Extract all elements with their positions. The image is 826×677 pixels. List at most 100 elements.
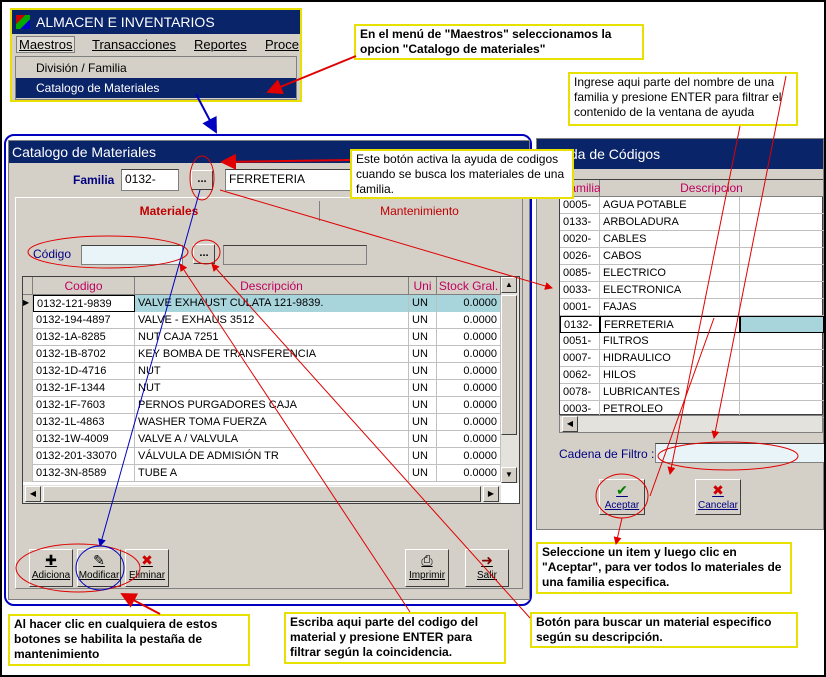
menu-item-catalogo-materiales[interactable]: Catalogo de Materiales: [16, 78, 296, 98]
table-row[interactable]: 0132-1F-1344 NUT UN 0.0000: [23, 380, 501, 397]
grid-header-unidad[interactable]: Uni: [409, 277, 437, 295]
help-list-item[interactable]: 0078- LUBRICANTES: [560, 384, 824, 401]
help-list-item[interactable]: 0007- HIDRAULICO: [560, 350, 824, 367]
help-list-item[interactable]: 0085- ELECTRICO: [560, 265, 824, 282]
cancelar-button[interactable]: ✖ Cancelar: [695, 479, 741, 515]
help-cell-descripcion: CABOS: [600, 248, 740, 265]
table-row[interactable]: 0132-1B-8702 KEY BOMBA DE TRANSFERENCIA UN…: [23, 346, 501, 363]
help-header-descripcion[interactable]: Descripcion: [600, 180, 824, 197]
cell-codigo: 0132-1D-4716: [33, 363, 135, 380]
descripcion-search-button[interactable]: ...: [193, 244, 215, 264]
codigo-label: Código: [33, 247, 72, 261]
note-browse: Este botón activa la ayuda de codigos cu…: [350, 149, 574, 199]
familia-browse-button[interactable]: ...: [191, 170, 213, 190]
grid-header-stock[interactable]: Stock Gral.: [437, 277, 501, 295]
help-row-highlight: [740, 316, 824, 333]
help-list-item[interactable]: 0051- FILTROS: [560, 333, 824, 350]
delete-icon: ✖: [141, 552, 153, 568]
help-cell-familia: 0085-: [560, 265, 600, 282]
table-row[interactable]: 0132-1F-7603 PERNOS PURGADORES CAJA UN 0.00…: [23, 397, 501, 414]
modificar-button[interactable]: ✎ Modificar: [77, 549, 121, 587]
help-cell-familia: 0133-: [560, 214, 600, 231]
cell-unidad: UN: [409, 380, 437, 397]
aceptar-button[interactable]: ✔ Aceptar: [599, 479, 645, 515]
menu-reportes[interactable]: Reportes: [194, 37, 247, 52]
cell-descripcion: VALVE - EXHAUS 3512: [135, 312, 409, 329]
help-cell-descripcion: AGUA POTABLE: [600, 197, 740, 214]
note-menu: En el menú de "Maestros" seleccionamos l…: [354, 24, 644, 60]
codigo-input[interactable]: [81, 245, 183, 265]
cell-unidad: UN: [409, 346, 437, 363]
edit-icon: ✎: [93, 552, 105, 568]
help-window: Ayuda de Códigos Familia Descripcion 000…: [536, 138, 825, 530]
scroll-down-icon[interactable]: ▼: [501, 467, 517, 483]
cell-unidad: UN: [409, 465, 437, 482]
imprimir-button[interactable]: ⎙ Imprimir: [405, 549, 449, 587]
tab-materiales[interactable]: Materiales: [19, 201, 319, 221]
help-scroll-left-icon[interactable]: ◀: [562, 416, 578, 432]
help-cell-descripcion: HILOS: [600, 367, 740, 384]
table-row[interactable]: 0132-1A-8285 NUT CAJA 7251 UN 0.0000: [23, 329, 501, 346]
help-list-item[interactable]: 0020- CABLES: [560, 231, 824, 248]
help-horizontal-scrollbar[interactable]: ◀: [559, 415, 823, 433]
tab-mantenimiento[interactable]: Mantenimiento: [319, 201, 519, 221]
grid-header-codigo[interactable]: Codigo: [33, 277, 135, 295]
cell-descripcion: PERNOS PURGADORES CAJA: [135, 397, 409, 414]
help-list-item[interactable]: 0001- FAJAS: [560, 299, 824, 316]
cell-descripcion: KEY BOMBA DE TRANSFERENCIA: [135, 346, 409, 363]
printer-icon: ⎙: [421, 552, 433, 568]
table-row[interactable]: 0132-1W-4009 VALVE A / VALVULA UN 0.0000: [23, 431, 501, 448]
table-row[interactable]: 0132-3N-8589 TUBE A UN 0.0000: [23, 465, 501, 482]
row-indicator: [23, 465, 33, 482]
cell-stock: 0.0000: [437, 346, 501, 363]
check-icon: ✔: [616, 482, 628, 498]
familia-name-field: FERRETERIA: [225, 169, 355, 191]
cell-codigo: 0132-201-33070: [33, 448, 135, 465]
help-cell-familia: 0007-: [560, 350, 600, 367]
row-indicator: [23, 312, 33, 329]
table-row[interactable]: 0132-201-33070 VÁLVULA DE ADMISIÓN TR UN 0.…: [23, 448, 501, 465]
note-search: Botón para buscar un material especifico…: [530, 612, 798, 648]
note-buttons: Al hacer clic en cualquiera de estos bot…: [8, 614, 250, 666]
menu-maestros[interactable]: Maestros: [16, 36, 76, 53]
table-row[interactable]: 0132-1D-4716 NUT UN 0.0000: [23, 363, 501, 380]
help-list-item[interactable]: 0132- FERRETERIA: [560, 316, 824, 333]
maestros-dropdown: División / Familia Catalogo de Materiale…: [15, 56, 297, 100]
help-list-item[interactable]: 0026- CABOS: [560, 248, 824, 265]
help-list-item[interactable]: 0062- HILOS: [560, 367, 824, 384]
grid-vertical-scrollbar[interactable]: ▲ ▼: [501, 277, 519, 483]
help-cell-descripcion: CABLES: [600, 231, 740, 248]
note-accept: Seleccione un item y luego clic en "Acep…: [536, 542, 792, 594]
filter-input[interactable]: [655, 443, 825, 463]
adiciona-button[interactable]: ✚ Adiciona: [29, 549, 73, 587]
salir-button[interactable]: ➜ Salir: [465, 549, 509, 587]
table-row[interactable]: 0132-194-4897 VALVE - EXHAUS 3512 UN 0.0000: [23, 312, 501, 329]
table-row[interactable]: 0132-1L-4863 WASHER TOMA FUERZA UN 0.0000: [23, 414, 501, 431]
help-cell-descripcion: FILTROS: [600, 333, 740, 350]
eliminar-button[interactable]: ✖ Eliminar: [125, 549, 169, 587]
x-icon: ✖: [712, 482, 724, 498]
help-list-item[interactable]: 0133- ARBOLADURA: [560, 214, 824, 231]
scroll-thumb[interactable]: [501, 295, 517, 435]
hscroll-thumb[interactable]: [43, 486, 481, 502]
familia-code-field[interactable]: 0132-: [121, 169, 179, 191]
grid-header-descripcion[interactable]: Descripción: [135, 277, 409, 295]
table-row[interactable]: ▶ 0132-121-9839 VALVE EXHAUST CULATA 121-9…: [23, 295, 501, 312]
menu-bar: Maestros Transacciones Reportes Proce: [12, 34, 300, 56]
help-list-item[interactable]: 0005- AGUA POTABLE: [560, 197, 824, 214]
menu-transacciones[interactable]: Transacciones: [92, 37, 176, 52]
row-indicator: [23, 448, 33, 465]
scroll-up-icon[interactable]: ▲: [501, 277, 517, 293]
cell-unidad: UN: [409, 397, 437, 414]
cell-descripcion: VALVE A / VALVULA: [135, 431, 409, 448]
scroll-left-icon[interactable]: ◀: [25, 486, 41, 502]
menu-item-division-familia[interactable]: División / Familia: [16, 58, 296, 78]
cell-codigo: 0132-3N-8589: [33, 465, 135, 482]
help-list-item[interactable]: 0033- ELECTRONICA: [560, 282, 824, 299]
help-cell-descripcion: HIDRAULICO: [600, 350, 740, 367]
grid-horizontal-scrollbar[interactable]: ◀ ▶: [23, 485, 501, 503]
menu-procesos[interactable]: Proce: [265, 37, 299, 52]
scroll-right-icon[interactable]: ▶: [483, 486, 499, 502]
cell-unidad: UN: [409, 312, 437, 329]
app-title: ALMACEN E INVENTARIOS: [36, 14, 215, 30]
